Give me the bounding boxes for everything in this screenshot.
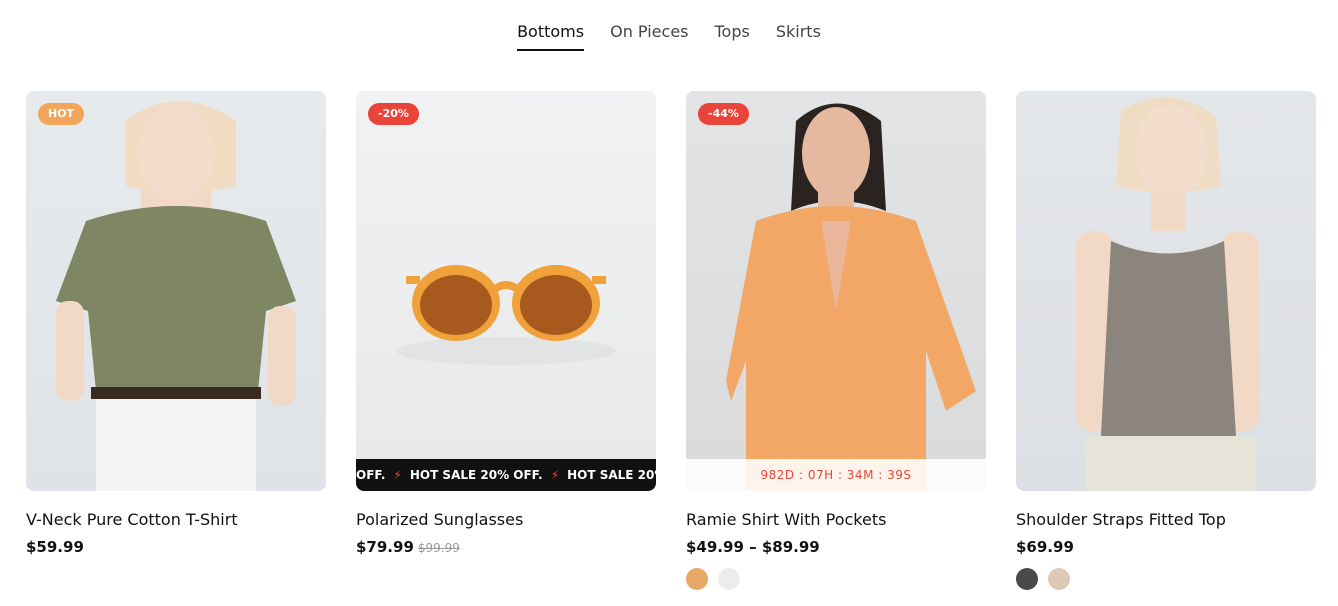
product-name[interactable]: Ramie Shirt With Pockets xyxy=(686,510,986,529)
hot-badge: HOT xyxy=(38,103,85,125)
color-swatch-beige[interactable] xyxy=(1048,568,1070,590)
category-tabs: Bottoms On Pieces Tops Skirts xyxy=(0,22,1338,51)
tab-tops[interactable]: Tops xyxy=(715,22,750,51)
lightning-icon: ⚡ xyxy=(550,468,560,482)
marquee-text: HOT SALE 20% xyxy=(567,468,656,482)
marquee-text: OFF. xyxy=(356,468,386,482)
original-price: $99.99 xyxy=(417,541,460,555)
marquee-text: HOT SALE 20% OFF. xyxy=(409,468,543,482)
color-swatches xyxy=(686,568,986,590)
discount-badge: -44% xyxy=(698,103,749,125)
product-image[interactable]: -44% 982D : 07H : 34M : 39S xyxy=(686,91,986,491)
product-price: $79.99 $99.99 xyxy=(356,538,656,556)
product-image[interactable] xyxy=(1016,91,1316,491)
product-card[interactable]: -44% 982D : 07H : 34M : 39S Ramie Shirt … xyxy=(686,91,986,590)
product-card[interactable]: -20% OFF. ⚡ HOT SALE 20% OFF. ⚡ HOT SALE 20%… xyxy=(356,91,656,556)
product-image[interactable]: HOT xyxy=(26,91,326,491)
product-price: $69.99 xyxy=(1016,538,1316,556)
tab-bottoms[interactable]: Bottoms xyxy=(517,22,585,51)
product-name[interactable]: Shoulder Straps Fitted Top xyxy=(1016,510,1316,529)
discount-badge: -20% xyxy=(368,103,419,125)
color-swatches xyxy=(1016,568,1316,590)
current-price: $49.99 – $89.99 xyxy=(686,538,820,556)
tab-on-pieces[interactable]: On Pieces xyxy=(610,22,688,51)
product-image[interactable]: -20% OFF. ⚡ HOT SALE 20% OFF. ⚡ HOT SALE 20% xyxy=(356,91,656,491)
product-name[interactable]: Polarized Sunglasses xyxy=(356,510,656,529)
current-price: $69.99 xyxy=(1016,538,1074,556)
tank-top-model-illustration xyxy=(1076,97,1259,491)
shirt-model-illustration xyxy=(726,103,976,491)
product-card[interactable]: Shoulder Straps Fitted Top $69.99 xyxy=(1016,91,1316,590)
color-swatch-orange[interactable] xyxy=(686,568,708,590)
tshirt-model-illustration xyxy=(56,101,296,491)
hot-sale-marquee: OFF. ⚡ HOT SALE 20% OFF. ⚡ HOT SALE 20% xyxy=(356,459,656,491)
product-card[interactable]: HOT V-Neck Pure Cotton T-Shirt $59.99 xyxy=(26,91,326,556)
tab-skirts[interactable]: Skirts xyxy=(776,22,821,51)
lightning-icon: ⚡ xyxy=(393,468,402,482)
current-price: $79.99 xyxy=(356,538,414,556)
color-swatch-white[interactable] xyxy=(718,568,740,590)
sunglasses-illustration xyxy=(396,265,616,365)
product-price: $49.99 – $89.99 xyxy=(686,538,986,556)
product-price: $59.99 xyxy=(26,538,326,556)
countdown-timer: 982D : 07H : 34M : 39S xyxy=(686,459,986,491)
current-price: $59.99 xyxy=(26,538,84,556)
color-swatch-dark-gray[interactable] xyxy=(1016,568,1038,590)
product-name[interactable]: V-Neck Pure Cotton T-Shirt xyxy=(26,510,326,529)
